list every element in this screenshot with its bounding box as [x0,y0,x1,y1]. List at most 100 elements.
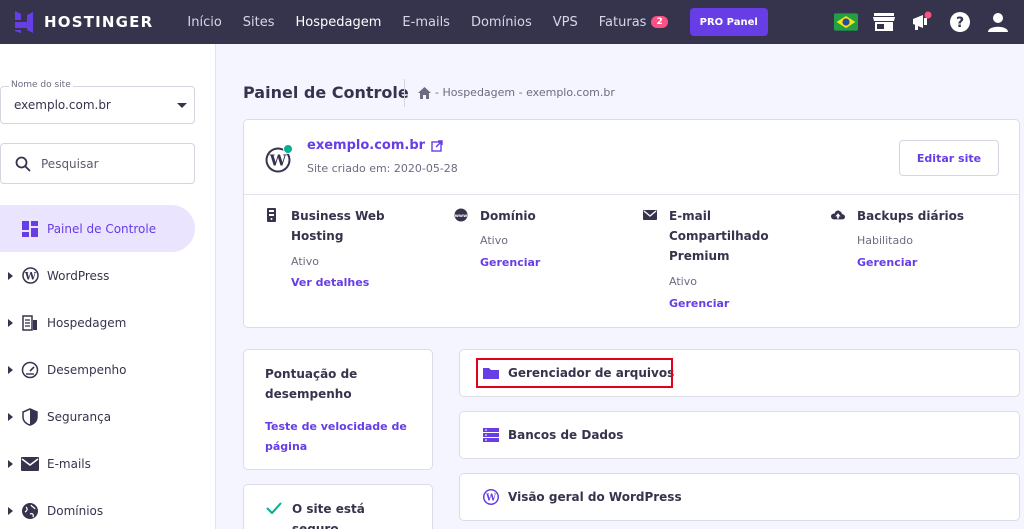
nav-inicio[interactable]: Início [187,15,221,30]
site-select[interactable]: Nome do site exemplo.com.br [0,80,195,124]
shield-icon [21,407,39,426]
site-domain-link[interactable]: exemplo.com.br [307,138,443,153]
databases-card[interactable]: Bancos de Dados [459,411,1020,459]
manage-backups-link[interactable]: Gerenciar [857,256,917,269]
service-name: Domínio [480,209,536,223]
nav-dominios[interactable]: Domínios [471,15,532,30]
svg-text:W: W [269,152,288,170]
nav-faturas-label: Faturas [598,14,647,30]
wordpress-icon: W [483,489,499,505]
site-created-date: Site criado em: 2020-05-28 [307,162,458,175]
breadcrumb: - Hospedagem - exemplo.com.br [418,86,615,99]
site-domain: exemplo.com.br [307,138,426,153]
main-nav: Início Sites Hospedagem E-mails Domínios… [187,8,768,36]
search-icon [15,156,31,172]
site-select-value: exemplo.com.br [14,98,111,112]
dashboard-icon [21,220,39,238]
store-icon[interactable] [872,10,896,34]
sidebar-item-hospedagem[interactable]: Hospedagem [0,299,216,346]
nav-faturas[interactable]: Faturas 2 [599,15,668,30]
nav-vps[interactable]: VPS [553,15,578,30]
divider [404,79,405,107]
hostinger-logo[interactable]: HOSTINGER [12,10,153,34]
sidebar-menu: Painel de Controle W WordPress Hospedage… [0,205,216,529]
chevron-down-icon [177,103,187,108]
service-status: Ativo [669,275,697,288]
highlight-box [476,358,673,388]
security-status-text: O site está seguro [292,502,365,529]
help-icon[interactable]: ? [948,10,972,34]
page-title: Painel de Controle [243,83,409,102]
performance-title: Pontuação de desempenho [265,367,358,401]
check-icon [266,502,282,514]
chevron-right-icon [8,318,13,327]
sidebar-item-wordpress[interactable]: W WordPress [0,252,216,299]
database-icon [483,428,499,442]
edit-site-button[interactable]: Editar site [899,140,999,176]
nav-sites[interactable]: Sites [243,15,275,30]
wordpress-overview-card[interactable]: W Visão geral do WordPress [459,473,1020,521]
www-icon: www [454,208,468,222]
site-overview-card: W exemplo.com.br Site criado em: 2020-05… [243,119,1020,328]
server-icon [267,208,276,222]
manage-email-link[interactable]: Gerenciar [669,297,729,310]
invoices-count-badge: 2 [651,16,668,28]
sidebar-item-label: Desempenho [47,362,127,377]
sidebar-item-label: WordPress [47,268,110,283]
mail-icon [21,455,39,473]
breadcrumb-path[interactable]: - Hospedagem - exemplo.com.br [435,86,615,99]
top-navbar: HOSTINGER Início Sites Hospedagem E-mail… [0,0,1024,44]
sidebar-item-label: E-mails [47,456,91,471]
hostinger-logo-icon [15,11,33,33]
sidebar-item-label: Domínios [47,503,104,518]
sidebar-item-seguranca[interactable]: Segurança [0,393,216,440]
search-box [0,143,195,184]
svg-text:?: ? [956,15,964,31]
home-icon[interactable] [418,86,431,99]
cloud-upload-icon [831,210,845,220]
service-name: Backups diários [857,209,965,223]
manage-domain-link[interactable]: Gerenciar [480,256,540,269]
wordpress-icon: W [21,267,39,285]
speed-test-link[interactable]: Teste de velocidade de página [265,417,415,457]
top-icons: ? [834,0,1024,44]
external-link-icon [431,139,443,152]
svg-text:W: W [23,272,36,283]
sidebar-item-label: Painel de Controle [47,221,157,236]
sidebar-item-dominios[interactable]: Domínios [0,487,216,529]
brazil-flag-icon[interactable] [834,10,858,34]
chevron-right-icon [8,459,13,468]
service-name: Business Web Hosting [291,209,385,243]
sidebar-item-painel[interactable]: Painel de Controle [0,205,195,252]
brand-name: HOSTINGER [44,13,154,31]
service-status: Ativo [291,255,319,268]
performance-score-card: Pontuação de desempenho Teste de velocid… [243,349,433,470]
status-online-indicator [283,144,293,154]
chevron-right-icon [8,506,13,515]
hosting-icon [21,314,39,332]
sidebar-item-desempenho[interactable]: Desempenho [0,346,216,393]
search-input[interactable] [41,156,181,171]
divider [244,194,1019,195]
service-status: Ativo [480,234,508,247]
site-select-label: Nome do site [9,80,73,90]
service-status: Habilitado [857,234,913,247]
svg-text:www: www [455,214,467,219]
nav-emails[interactable]: E-mails [402,15,450,30]
chevron-right-icon [8,271,13,280]
pro-panel-button[interactable]: PRO Panel [689,8,768,36]
security-status-card: O site está seguro [243,484,433,529]
sidebar-item-label: Segurança [47,409,112,424]
file-manager-card[interactable]: Gerenciador de arquivos [459,349,1020,397]
email-icon [643,210,657,220]
sidebar-item-label: Hospedagem [47,315,127,330]
sidebar-item-emails[interactable]: E-mails [0,440,216,487]
tool-label: Bancos de Dados [508,428,624,442]
gauge-icon [21,361,39,379]
account-icon[interactable] [986,10,1010,34]
nav-hospedagem[interactable]: Hospedagem [296,15,382,30]
globe-icon [21,502,39,520]
see-details-link[interactable]: Ver detalhes [291,276,369,289]
chevron-right-icon [8,365,13,374]
notifications-icon[interactable] [910,10,934,34]
